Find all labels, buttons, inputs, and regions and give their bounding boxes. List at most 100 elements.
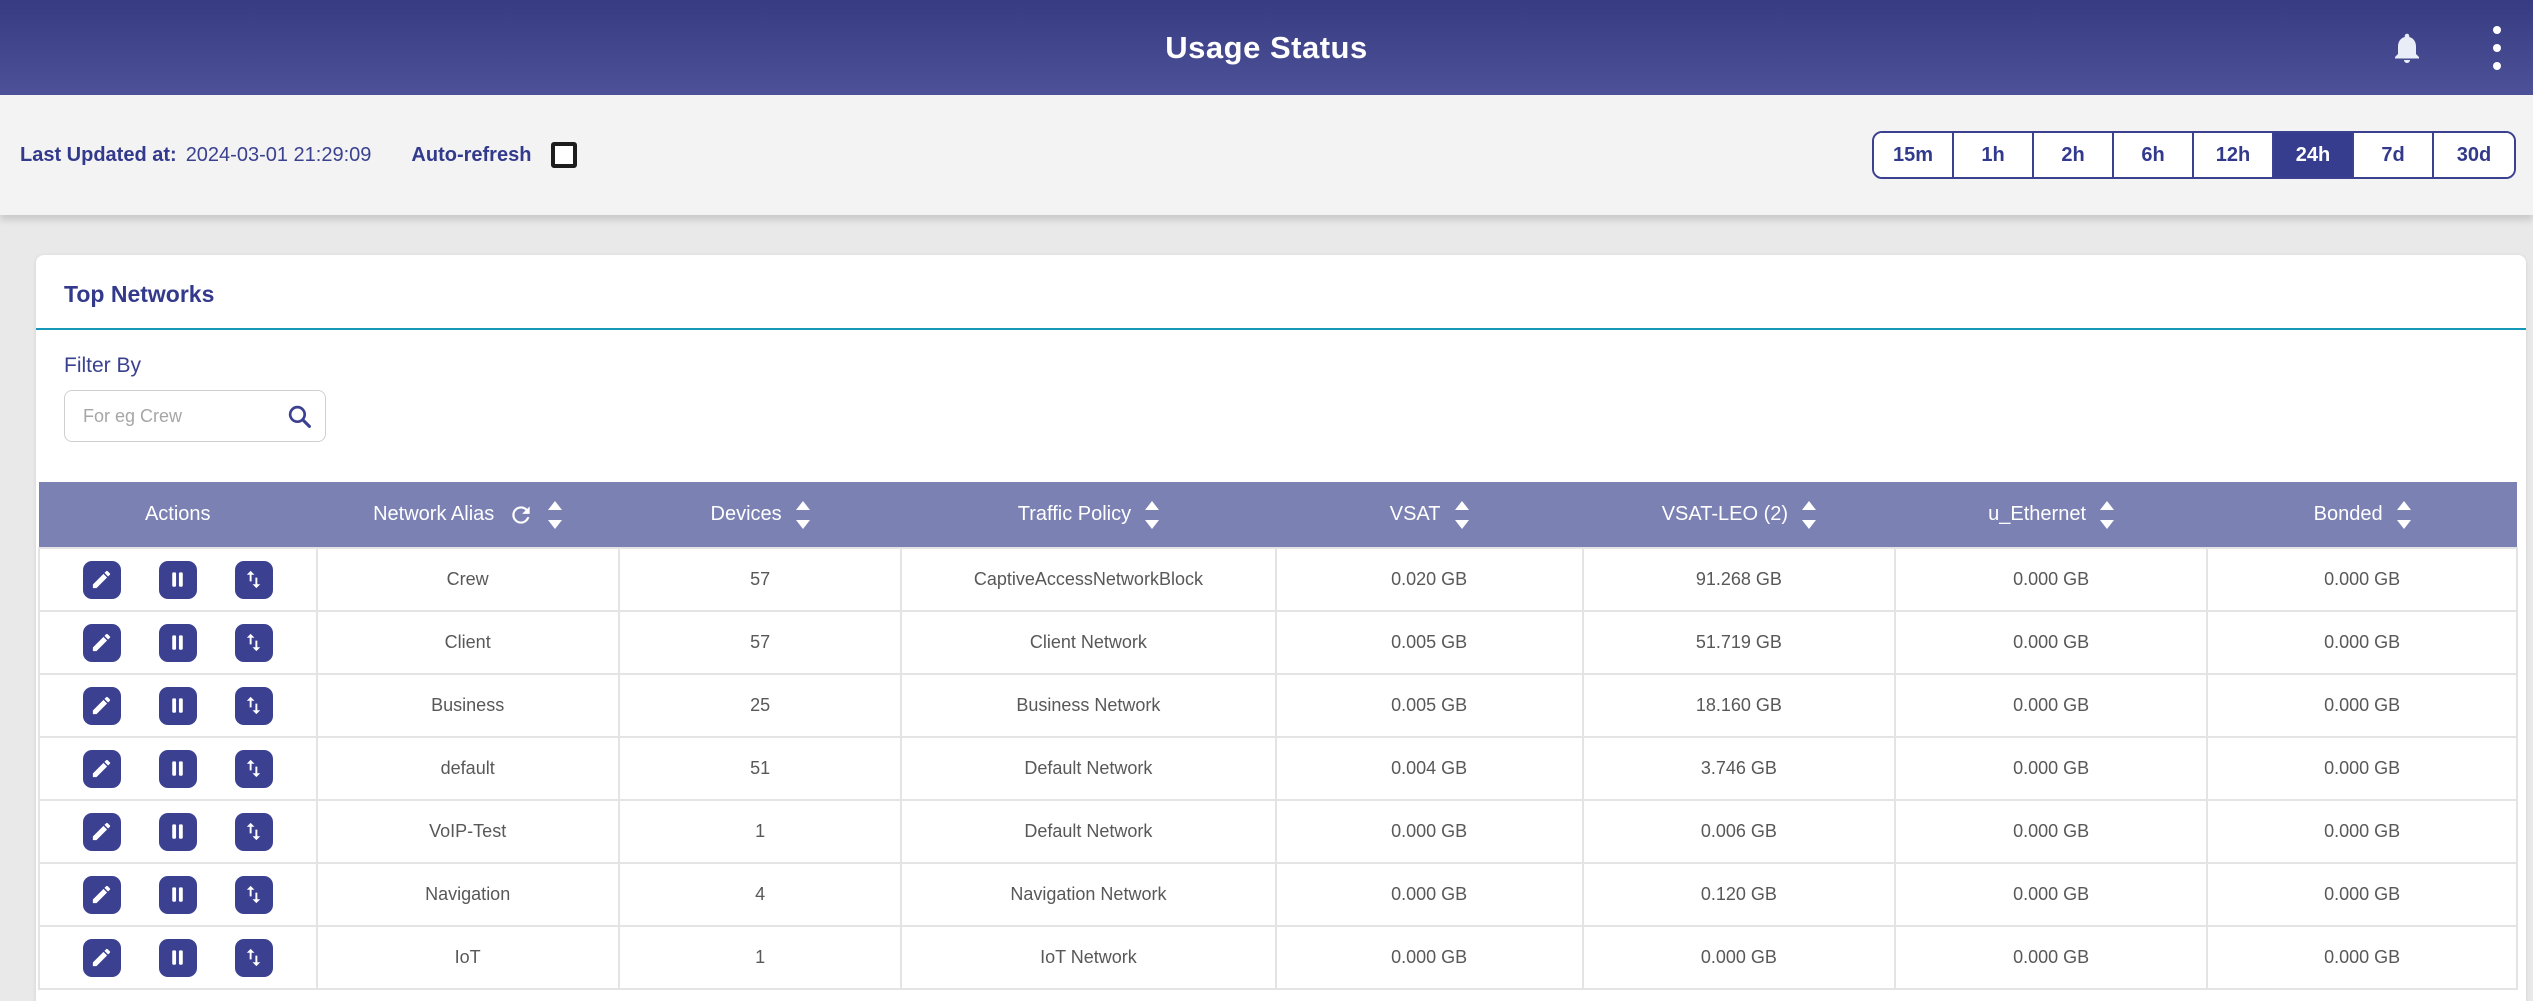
search-icon[interactable] <box>286 403 313 430</box>
column-header-traffic-policy[interactable]: Traffic Policy <box>901 482 1275 548</box>
pause-button[interactable] <box>159 750 197 788</box>
filter-by-label: Filter By <box>64 354 2526 378</box>
sort-desc-icon[interactable] <box>1145 520 1159 529</box>
sort-control[interactable] <box>796 501 810 529</box>
time-range-button-15m[interactable]: 15m <box>1874 133 1954 177</box>
pause-icon <box>166 568 189 591</box>
sort-desc-icon[interactable] <box>2100 520 2114 529</box>
sort-control[interactable] <box>1145 501 1159 529</box>
swap-vertical-icon <box>242 757 265 780</box>
cell-vsat: 0.020 GB <box>1276 548 1583 611</box>
sort-control[interactable] <box>548 501 562 529</box>
column-header-vsat[interactable]: VSAT <box>1276 482 1583 548</box>
swap-vertical-button[interactable] <box>235 939 273 977</box>
column-header-devices[interactable]: Devices <box>619 482 901 548</box>
time-range-button-1h[interactable]: 1h <box>1954 133 2034 177</box>
more-menu-button[interactable] <box>2483 22 2511 74</box>
swap-vertical-button[interactable] <box>235 624 273 662</box>
column-header-actions[interactable]: Actions <box>39 482 317 548</box>
actions-cell <box>39 611 317 674</box>
sort-asc-icon[interactable] <box>1802 501 1816 510</box>
sort-desc-icon[interactable] <box>548 520 562 529</box>
time-range-button-6h[interactable]: 6h <box>2114 133 2194 177</box>
time-range-button-2h[interactable]: 2h <box>2034 133 2114 177</box>
sort-asc-icon[interactable] <box>548 501 562 510</box>
notifications-button[interactable] <box>2389 30 2425 66</box>
sort-asc-icon[interactable] <box>2100 501 2114 510</box>
cell-network-alias: default <box>317 737 619 800</box>
cell-vsat-leo: 3.746 GB <box>1583 737 1895 800</box>
column-header-u-ethernet[interactable]: u_Ethernet <box>1895 482 2207 548</box>
cell-vsat-leo: 0.000 GB <box>1583 926 1895 989</box>
column-header-label: Network Alias <box>373 503 494 526</box>
sort-desc-icon[interactable] <box>1802 520 1816 529</box>
sort-control[interactable] <box>1455 501 1469 529</box>
column-header-network-alias[interactable]: Network Alias <box>317 482 619 548</box>
swap-vertical-button[interactable] <box>235 561 273 599</box>
pause-button[interactable] <box>159 939 197 977</box>
swap-vertical-button[interactable] <box>235 687 273 725</box>
edit-button[interactable] <box>83 687 121 725</box>
cell-traffic-policy: Navigation Network <box>901 863 1275 926</box>
search-input[interactable] <box>81 405 286 428</box>
edit-icon <box>90 820 113 843</box>
swap-vertical-button[interactable] <box>235 876 273 914</box>
column-header-bonded[interactable]: Bonded <box>2207 482 2517 548</box>
pause-button[interactable] <box>159 876 197 914</box>
pause-button[interactable] <box>159 624 197 662</box>
column-header-label: Bonded <box>2314 503 2383 526</box>
table-body: Crew 57 CaptiveAccessNetworkBlock 0.020 … <box>39 548 2517 989</box>
search-box[interactable] <box>64 390 326 442</box>
time-range-button-7d[interactable]: 7d <box>2354 133 2434 177</box>
sort-desc-icon[interactable] <box>1455 520 1469 529</box>
swap-vertical-button[interactable] <box>235 813 273 851</box>
last-updated-label: Last Updated at: <box>20 144 177 167</box>
column-header-vsat-leo-2[interactable]: VSAT-LEO (2) <box>1583 482 1895 548</box>
pause-button[interactable] <box>159 813 197 851</box>
sort-control[interactable] <box>2397 501 2411 529</box>
edit-button[interactable] <box>83 939 121 977</box>
sort-desc-icon[interactable] <box>796 520 810 529</box>
cell-bonded: 0.000 GB <box>2207 863 2517 926</box>
cell-traffic-policy: Default Network <box>901 737 1275 800</box>
pause-icon <box>166 694 189 717</box>
cell-devices: 25 <box>619 674 901 737</box>
edit-button[interactable] <box>83 876 121 914</box>
edit-button[interactable] <box>83 813 121 851</box>
cell-network-alias: IoT <box>317 926 619 989</box>
pause-icon <box>166 883 189 906</box>
cell-vsat-leo: 0.120 GB <box>1583 863 1895 926</box>
edit-icon <box>90 757 113 780</box>
actions-cell <box>39 800 317 863</box>
cell-vsat: 0.004 GB <box>1276 737 1583 800</box>
sort-asc-icon[interactable] <box>796 501 810 510</box>
pause-icon <box>166 631 189 654</box>
swap-vertical-button[interactable] <box>235 750 273 788</box>
cell-devices: 1 <box>619 800 901 863</box>
edit-button[interactable] <box>83 561 121 599</box>
edit-button[interactable] <box>83 750 121 788</box>
refresh-icon[interactable] <box>508 502 534 528</box>
sort-control[interactable] <box>2100 501 2114 529</box>
table-row: Crew 57 CaptiveAccessNetworkBlock 0.020 … <box>39 548 2517 611</box>
time-range-button-24h[interactable]: 24h <box>2274 133 2354 177</box>
time-range-button-12h[interactable]: 12h <box>2194 133 2274 177</box>
panel-title: Top Networks <box>64 281 214 307</box>
cell-devices: 51 <box>619 737 901 800</box>
table-header-row: Actions Network Alias Devices Traff <box>39 482 2517 548</box>
auto-refresh-checkbox[interactable] <box>551 142 577 168</box>
sort-asc-icon[interactable] <box>1455 501 1469 510</box>
cell-u-ethernet: 0.000 GB <box>1895 611 2207 674</box>
sort-asc-icon[interactable] <box>2397 501 2411 510</box>
pause-button[interactable] <box>159 687 197 725</box>
edit-button[interactable] <box>83 624 121 662</box>
time-range-button-30d[interactable]: 30d <box>2434 133 2514 177</box>
sort-control[interactable] <box>1802 501 1816 529</box>
sort-desc-icon[interactable] <box>2397 520 2411 529</box>
actions-cell <box>39 548 317 611</box>
pause-button[interactable] <box>159 561 197 599</box>
sort-asc-icon[interactable] <box>1145 501 1159 510</box>
cell-network-alias: Crew <box>317 548 619 611</box>
swap-vertical-icon <box>242 946 265 969</box>
cell-traffic-policy: Default Network <box>901 800 1275 863</box>
